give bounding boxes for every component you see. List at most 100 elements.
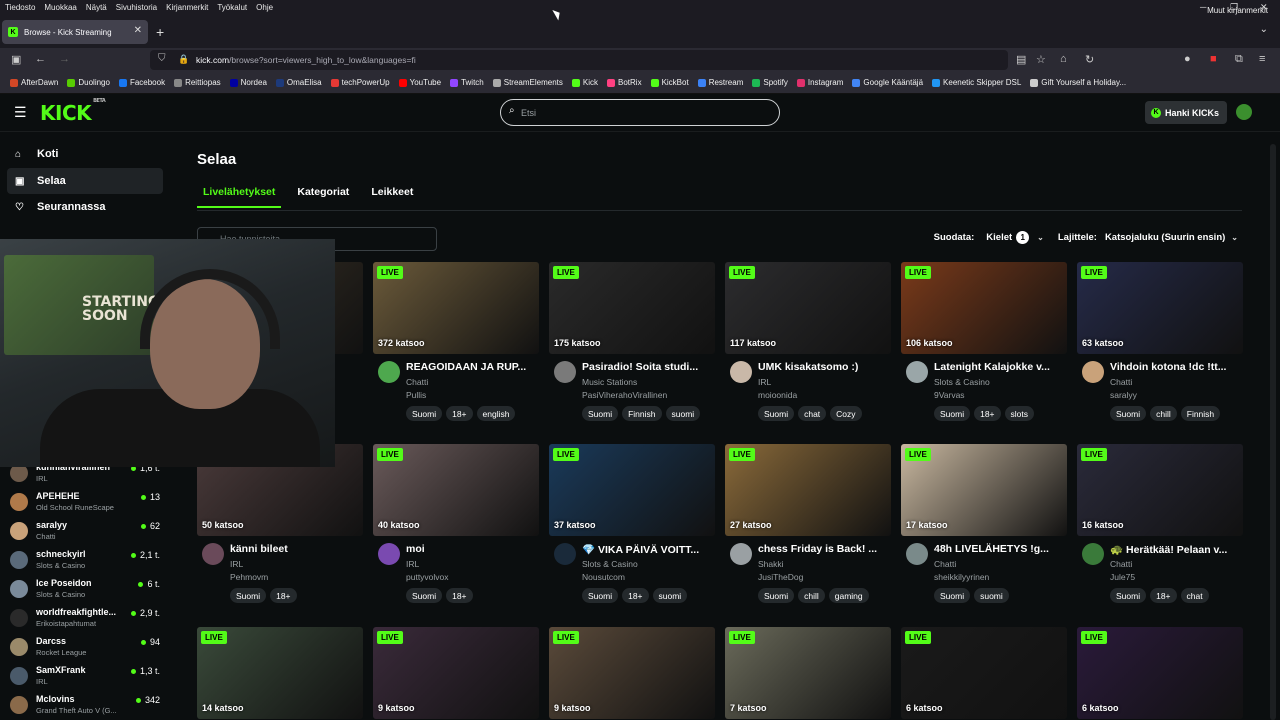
reader-view-icon[interactable]: ▤ (1016, 53, 1026, 66)
bookmark-item[interactable]: OmaElisa (275, 78, 322, 87)
menu-item[interactable]: Työkalut (217, 3, 247, 12)
stream-thumbnail[interactable]: LIVE 117 katsoo (725, 262, 891, 354)
tracking-shield-icon[interactable]: ⛉ (158, 53, 166, 64)
sidebar-toggle-icon[interactable]: ▣ (11, 53, 21, 66)
address-bar[interactable]: ⛉ 🔒 kick.com/browse?sort=viewers_high_to… (150, 50, 1008, 70)
menu-item[interactable]: Muokkaa (44, 3, 76, 12)
streamer-name[interactable]: Pehmovm (230, 572, 268, 582)
other-bookmarks[interactable]: Muut kirjanmerkit (1207, 6, 1268, 15)
bookmark-item[interactable]: Twitch (450, 78, 484, 87)
stream-category[interactable]: Shakki (758, 559, 784, 569)
forward-icon[interactable]: → (59, 53, 70, 65)
streamer-avatar[interactable] (378, 361, 400, 383)
account-icon[interactable]: ● (1184, 53, 1191, 65)
search-input[interactable]: ⌕ Etsi (500, 99, 780, 126)
list-tabs-icon[interactable]: ⌄ (1260, 24, 1268, 35)
stream-category[interactable]: Chatti (406, 377, 428, 387)
stream-thumbnail[interactable]: LIVE 16 katsoo (1077, 444, 1243, 536)
stream-card[interactable]: LIVE 117 katsoo UMK kisakatsomo :) IRL moioo… (725, 262, 891, 427)
stream-thumbnail[interactable]: LIVE 14 katsoo (197, 627, 363, 719)
stream-thumbnail[interactable]: LIVE 9 katsoo (373, 627, 539, 719)
stream-title[interactable]: Pasiradio! Soita studi... (582, 361, 714, 373)
stream-tag[interactable]: Suomi (934, 588, 971, 603)
stream-category[interactable]: Slots & Casino (582, 559, 638, 569)
stream-title[interactable]: 48h LIVELÄHETYS !g... (934, 543, 1066, 555)
new-tab-icon[interactable]: + (156, 24, 164, 40)
streamer-name[interactable]: PasiViherahoVirallinen (582, 390, 667, 400)
menu-item[interactable]: Sivuhistoria (116, 3, 157, 12)
stream-tag[interactable]: suomi (665, 406, 701, 421)
bookmark-star-icon[interactable]: ☆ (1036, 53, 1046, 66)
bookmark-item[interactable]: Restream (697, 78, 743, 87)
menu-item[interactable]: Ohje (256, 3, 273, 12)
stream-tag[interactable]: Suomi (230, 588, 267, 603)
stream-card[interactable]: LIVE 14 katsoo (197, 627, 363, 720)
menu-item[interactable]: Kirjanmerkit (166, 3, 208, 12)
sidebar-channel[interactable]: Darcss Rocket League 94 (10, 634, 160, 660)
bookmark-item[interactable]: YouTube (398, 78, 441, 87)
stream-tag[interactable]: 18+ (446, 406, 473, 421)
page-scrollbar[interactable] (1270, 144, 1276, 720)
stream-tag[interactable]: Suomi (406, 588, 443, 603)
stream-category[interactable]: Music Stations (582, 377, 637, 387)
sidebar-channel[interactable]: Mclovins Grand Theft Auto V (G... 342 (10, 692, 160, 718)
streamer-name[interactable]: sheikkilyyrinen (934, 572, 989, 582)
tab-livestreams[interactable]: Livelähetykset (197, 186, 282, 208)
bookmark-item[interactable]: Nordea (229, 78, 267, 87)
lock-icon[interactable]: 🔒 (178, 54, 189, 65)
stream-tag[interactable]: suomi (974, 588, 1009, 603)
stream-tag[interactable]: chill (1150, 406, 1177, 421)
bookmark-item[interactable]: Google Kääntäjä (852, 78, 923, 87)
streamer-avatar[interactable] (906, 361, 928, 383)
streamer-name[interactable]: JusiTheDog (758, 572, 803, 582)
streamer-avatar[interactable] (1082, 543, 1104, 565)
stream-thumbnail[interactable]: LIVE 6 katsoo (901, 627, 1067, 719)
stream-card[interactable]: LIVE 16 katsoo 🐢 Herätkää! Pelaan v... Chat… (1077, 444, 1243, 609)
stream-card[interactable]: LIVE 17 katsoo 48h LIVELÄHETYS !g... Chatti… (901, 444, 1067, 609)
streamer-avatar[interactable] (378, 543, 400, 565)
streamer-avatar[interactable] (730, 361, 752, 383)
stream-tag[interactable]: 18+ (622, 588, 649, 603)
bookmark-item[interactable]: KickBot (650, 78, 689, 87)
stream-tag[interactable]: 18+ (1150, 588, 1177, 603)
stream-tag[interactable]: suomi (652, 588, 688, 603)
stream-tag[interactable]: Finnish (622, 406, 662, 421)
bookmark-item[interactable]: Keenetic Skipper DSL (932, 78, 1021, 87)
stream-card[interactable]: LIVE 9 katsoo (373, 627, 539, 720)
menu-item[interactable]: Näytä (86, 3, 107, 12)
stream-thumbnail[interactable]: LIVE 9 katsoo (549, 627, 715, 719)
stream-category[interactable]: IRL (758, 377, 771, 387)
stream-category[interactable]: Chatti (934, 559, 956, 569)
stream-tag[interactable]: chill (798, 588, 825, 603)
bookmark-item[interactable]: AfterDawn (10, 78, 58, 87)
get-kicks-button[interactable]: K Hanki KICKs (1145, 101, 1227, 124)
stream-thumbnail[interactable]: LIVE 27 katsoo (725, 444, 891, 536)
stream-card[interactable]: LIVE 6 katsoo (1077, 627, 1243, 720)
sidebar-channel[interactable]: SamXFrank IRL 1,3 t. (10, 663, 160, 689)
stream-category[interactable]: Chatti (1110, 559, 1132, 569)
sidebar-channel[interactable]: APEHEHE Old School RuneScape 13 (10, 489, 160, 515)
stream-card[interactable]: LIVE 9 katsoo (549, 627, 715, 720)
streamer-avatar[interactable] (554, 543, 576, 565)
streamer-avatar[interactable] (1082, 361, 1104, 383)
stream-card[interactable]: LIVE 37 katsoo 💎 VIKA PÄIVÄ VOITT... Slots … (549, 444, 715, 609)
stream-tag[interactable]: gaming (828, 588, 869, 603)
stream-title[interactable]: Vihdoin kotona !dc !tt... (1110, 361, 1242, 373)
hamburger-menu-icon[interactable]: ☰ (14, 104, 27, 121)
stream-card[interactable]: LIVE 6 katsoo (901, 627, 1067, 720)
tab-categories[interactable]: Kategoriat (291, 186, 355, 208)
stream-card[interactable]: LIVE 372 katsoo REAGOIDAAN JA RUP... Chatti… (373, 262, 539, 427)
streamer-name[interactable]: puttyvolvox (406, 572, 449, 582)
stream-tag[interactable]: Cozy (830, 406, 862, 421)
stream-card[interactable]: LIVE50 katsookänni bileetIRLPehmovmSuomi… (197, 444, 363, 609)
stream-tag[interactable]: 18+ (270, 588, 297, 603)
bookmark-item[interactable]: Spotify (752, 78, 788, 87)
streamer-avatar[interactable] (554, 361, 576, 383)
stream-title[interactable]: chess Friday is Back! ... (758, 543, 890, 555)
streamer-avatar[interactable] (906, 543, 928, 565)
stream-tag[interactable]: english (476, 406, 516, 421)
stream-thumbnail[interactable]: LIVE 106 katsoo (901, 262, 1067, 354)
stream-category[interactable]: IRL (406, 559, 419, 569)
stream-title[interactable]: UMK kisakatsomo :) (758, 361, 890, 373)
stream-thumbnail[interactable]: LIVE 175 katsoo (549, 262, 715, 354)
